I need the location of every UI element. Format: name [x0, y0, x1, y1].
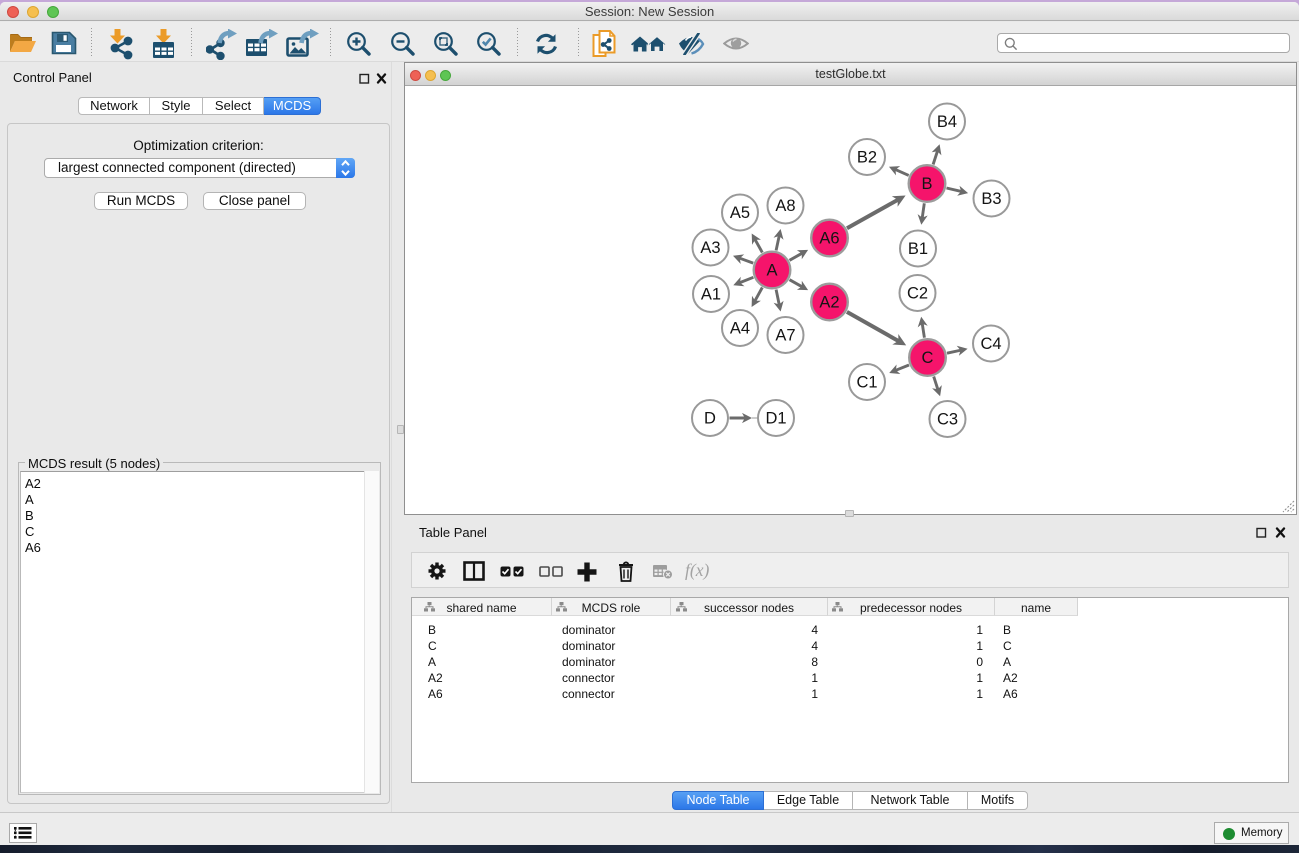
svg-text:A2: A2 [819, 294, 839, 312]
svg-text:B4: B4 [937, 113, 957, 131]
svg-text:A1: A1 [701, 286, 721, 304]
svg-text:C2: C2 [907, 285, 928, 303]
svg-text:A8: A8 [775, 197, 795, 215]
svg-text:C4: C4 [980, 335, 1001, 353]
svg-text:C1: C1 [856, 374, 877, 392]
svg-text:D1: D1 [765, 410, 786, 428]
svg-text:B1: B1 [908, 240, 928, 258]
svg-text:A5: A5 [730, 204, 750, 222]
svg-text:B: B [921, 175, 932, 193]
svg-text:A6: A6 [819, 230, 839, 248]
svg-text:B2: B2 [857, 149, 877, 167]
svg-text:A4: A4 [730, 320, 750, 338]
svg-text:D: D [704, 410, 716, 428]
svg-text:B3: B3 [981, 190, 1001, 208]
svg-text:A: A [766, 262, 777, 280]
svg-text:C3: C3 [937, 411, 958, 429]
svg-text:A3: A3 [700, 239, 720, 257]
svg-text:A7: A7 [775, 327, 795, 345]
svg-text:C: C [922, 349, 934, 367]
